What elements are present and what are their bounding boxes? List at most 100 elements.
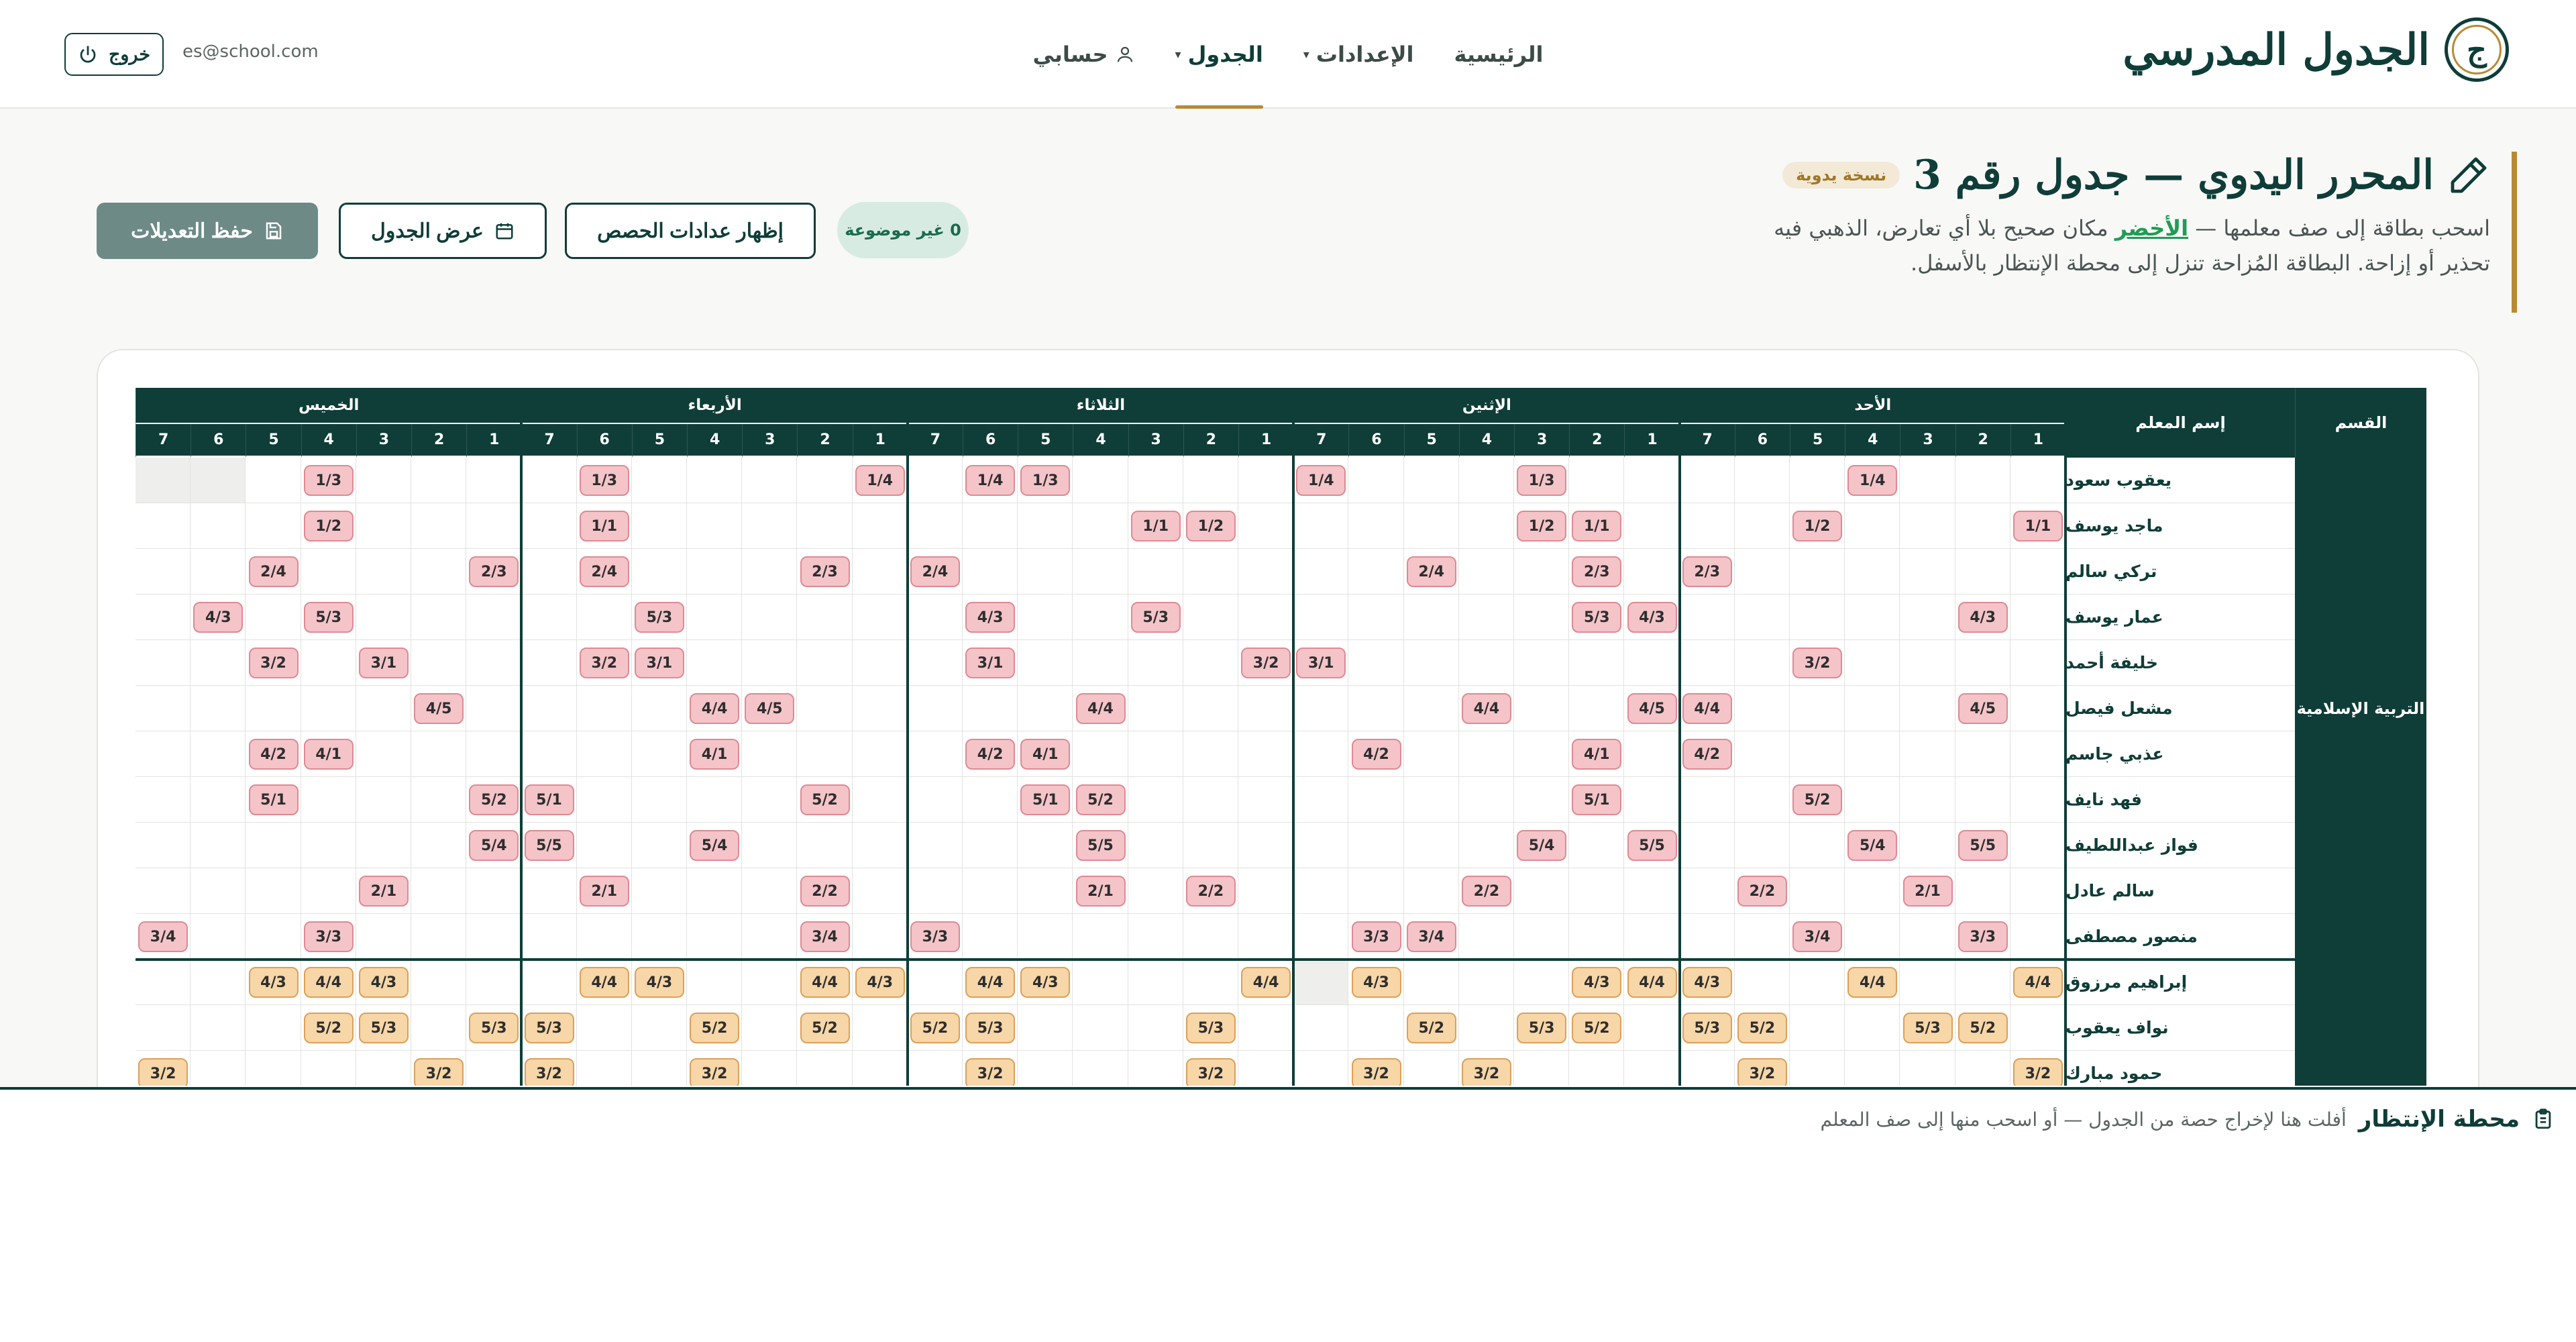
schedule-cell[interactable]	[1183, 960, 1238, 1005]
lesson-card[interactable]: 5/3	[1130, 602, 1181, 633]
schedule-cell[interactable]	[2010, 823, 2065, 868]
schedule-cell[interactable]	[1900, 686, 1955, 731]
schedule-cell[interactable]	[742, 640, 798, 686]
schedule-cell[interactable]	[1679, 640, 1735, 686]
schedule-cell[interactable]	[576, 823, 632, 868]
lesson-card[interactable]: 5/3	[358, 1013, 409, 1043]
schedule-cell[interactable]	[1624, 868, 1680, 914]
schedule-cell[interactable]	[1900, 1051, 1955, 1086]
lesson-card[interactable]: 4/3	[855, 967, 905, 998]
lesson-card[interactable]: 4/3	[193, 602, 244, 633]
lesson-card[interactable]: 5/4	[690, 830, 740, 861]
schedule-cell[interactable]	[136, 731, 191, 777]
schedule-cell[interactable]	[1403, 823, 1459, 868]
schedule-cell[interactable]	[687, 640, 743, 686]
schedule-cell[interactable]	[1073, 1051, 1128, 1086]
schedule-cell[interactable]	[742, 868, 798, 914]
lesson-card[interactable]: 4/3	[1572, 967, 1622, 998]
schedule-cell[interactable]	[1238, 549, 1294, 595]
schedule-cell[interactable]	[1183, 777, 1238, 823]
lesson-card[interactable]: 3/1	[1296, 648, 1346, 678]
lesson-card[interactable]: 4/1	[1572, 739, 1622, 770]
schedule-cell[interactable]	[1183, 595, 1238, 640]
schedule-cell[interactable]	[1845, 686, 1900, 731]
schedule-cell[interactable]	[1624, 503, 1680, 549]
schedule-cell[interactable]	[521, 868, 577, 914]
schedule-cell[interactable]	[2010, 640, 2065, 686]
lesson-card[interactable]: 3/2	[690, 1058, 740, 1086]
lesson-card[interactable]: 4/1	[690, 739, 740, 770]
lesson-card[interactable]: 4/1	[1020, 739, 1071, 770]
lesson-card[interactable]: 5/3	[1682, 1013, 1732, 1043]
schedule-cell[interactable]	[1128, 823, 1183, 868]
schedule-cell[interactable]	[1238, 458, 1294, 503]
schedule-cell[interactable]	[687, 458, 743, 503]
schedule-cell[interactable]	[1293, 595, 1349, 640]
schedule-cell[interactable]	[1734, 914, 1790, 960]
schedule-cell[interactable]	[1073, 503, 1128, 549]
lesson-card[interactable]: 4/3	[1020, 967, 1071, 998]
schedule-cell[interactable]	[1569, 1051, 1625, 1086]
lesson-card[interactable]: 4/4	[1682, 693, 1732, 724]
schedule-cell[interactable]	[1514, 914, 1570, 960]
schedule-cell[interactable]	[466, 595, 522, 640]
schedule-cell[interactable]	[852, 868, 908, 914]
schedule-cell[interactable]	[1955, 731, 2010, 777]
schedule-cell[interactable]	[852, 640, 908, 686]
schedule-cell[interactable]	[1128, 731, 1183, 777]
schedule-cell[interactable]	[1955, 640, 2010, 686]
schedule-cell[interactable]	[852, 595, 908, 640]
lesson-card[interactable]: 2/4	[1406, 556, 1456, 587]
schedule-cell[interactable]	[2010, 777, 2065, 823]
schedule-cell[interactable]	[1900, 595, 1955, 640]
lesson-card[interactable]: 3/2	[138, 1058, 189, 1086]
schedule-cell[interactable]	[1845, 640, 1900, 686]
nav-account[interactable]: حسابي	[1033, 0, 1135, 109]
schedule-cell[interactable]	[1734, 731, 1790, 777]
schedule-cell[interactable]	[1734, 640, 1790, 686]
lesson-card[interactable]: 4/2	[248, 739, 299, 770]
lesson-card[interactable]: 4/4	[800, 967, 850, 998]
schedule-cell[interactable]	[521, 595, 577, 640]
logout-button[interactable]: خروج	[64, 33, 164, 76]
schedule-cell[interactable]	[631, 549, 687, 595]
schedule-cell[interactable]	[963, 503, 1018, 549]
lesson-card[interactable]: 3/2	[1185, 1058, 1236, 1086]
schedule-cell[interactable]	[1514, 731, 1570, 777]
schedule-cell[interactable]	[246, 914, 301, 960]
schedule-cell[interactable]	[466, 686, 522, 731]
lesson-card[interactable]: 4/4	[2012, 967, 2063, 998]
schedule-cell[interactable]	[852, 503, 908, 549]
lesson-card[interactable]: 4/5	[1627, 693, 1677, 724]
lesson-card[interactable]: 2/4	[248, 556, 299, 587]
schedule-cell[interactable]	[136, 595, 191, 640]
schedule-cell[interactable]	[631, 731, 687, 777]
schedule-cell[interactable]	[1348, 503, 1404, 549]
schedule-cell[interactable]	[1790, 1005, 1845, 1051]
schedule-cell[interactable]	[1018, 686, 1073, 731]
lesson-card[interactable]: 5/2	[690, 1013, 740, 1043]
schedule-cell[interactable]	[411, 777, 467, 823]
schedule-cell[interactable]	[1128, 914, 1183, 960]
lesson-card[interactable]: 4/5	[414, 693, 464, 724]
lesson-card[interactable]: 3/1	[358, 648, 409, 678]
lesson-card[interactable]: 5/5	[1957, 830, 2008, 861]
lesson-card[interactable]: 5/2	[910, 1013, 960, 1043]
schedule-cell[interactable]	[1238, 731, 1294, 777]
lesson-card[interactable]: 4/2	[1682, 739, 1732, 770]
lesson-card[interactable]: 5/2	[1075, 784, 1126, 815]
schedule-cell[interactable]	[1293, 914, 1349, 960]
schedule-cell[interactable]	[1624, 777, 1680, 823]
lesson-card[interactable]: 4/3	[965, 602, 1016, 633]
schedule-cell[interactable]	[191, 777, 246, 823]
lesson-card[interactable]: 3/2	[1461, 1058, 1511, 1086]
schedule-cell[interactable]	[1128, 868, 1183, 914]
schedule-cell[interactable]	[1900, 960, 1955, 1005]
lesson-card[interactable]: 5/3	[965, 1013, 1016, 1043]
schedule-cell[interactable]	[1955, 549, 2010, 595]
schedule-cell[interactable]	[246, 686, 301, 731]
lesson-card[interactable]: 5/4	[469, 830, 519, 861]
schedule-cell[interactable]	[1955, 1051, 2010, 1086]
schedule-cell[interactable]	[1458, 458, 1514, 503]
schedule-cell[interactable]	[576, 1051, 632, 1086]
